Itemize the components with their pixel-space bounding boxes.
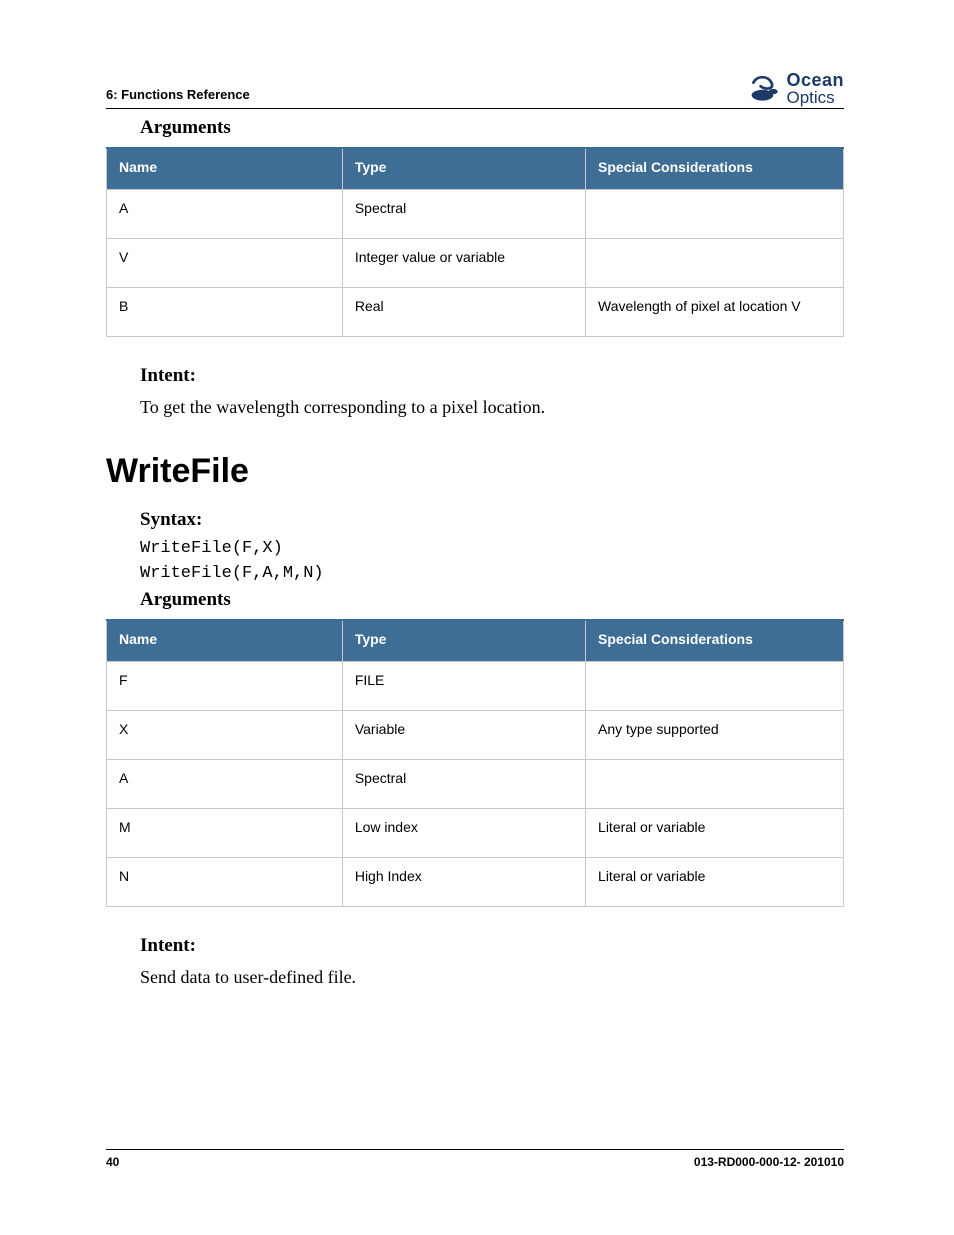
cell-special [586, 760, 844, 809]
ocean-optics-logo: Ocean Optics [748, 70, 844, 106]
logo-text: Ocean Optics [786, 71, 844, 106]
cell-type: Low index [342, 809, 585, 858]
cell-name: V [107, 239, 343, 288]
header-section-label: 6: Functions Reference [106, 87, 250, 106]
col-special: Special Considerations [586, 148, 844, 190]
cell-type: FILE [342, 662, 585, 711]
table-row: N High Index Literal or variable [107, 858, 844, 907]
cell-name: M [107, 809, 343, 858]
function-title: WriteFile [106, 452, 844, 491]
table-row: A Spectral [107, 190, 844, 239]
table-header-row: Name Type Special Considerations [107, 620, 844, 662]
table-row: A Spectral [107, 760, 844, 809]
table-row: B Real Wavelength of pixel at location V [107, 288, 844, 337]
intent-text: Send data to user-defined file. [140, 967, 844, 988]
cell-special: Any type supported [586, 711, 844, 760]
table-row: X Variable Any type supported [107, 711, 844, 760]
arguments-table-2: Name Type Special Considerations F FILE … [106, 619, 844, 907]
cell-special: Wavelength of pixel at location V [586, 288, 844, 337]
table-row: M Low index Literal or variable [107, 809, 844, 858]
arguments-table-1: Name Type Special Considerations A Spect… [106, 147, 844, 337]
col-type: Type [342, 148, 585, 190]
syntax-line: WriteFile(F,A,M,N) [140, 564, 844, 583]
col-type: Type [342, 620, 585, 662]
cell-type: Spectral [342, 760, 585, 809]
cell-special: Literal or variable [586, 858, 844, 907]
table-header-row: Name Type Special Considerations [107, 148, 844, 190]
doc-id: 013-RD000-000-12- 201010 [694, 1155, 844, 1169]
cell-name: A [107, 190, 343, 239]
intent-text: To get the wavelength corresponding to a… [140, 397, 844, 418]
cell-type: Real [342, 288, 585, 337]
col-special: Special Considerations [586, 620, 844, 662]
arguments-heading: Arguments [140, 589, 844, 611]
cell-type: Integer value or variable [342, 239, 585, 288]
intent-heading: Intent: [140, 365, 844, 387]
cell-name: A [107, 760, 343, 809]
syntax-heading: Syntax: [140, 509, 844, 531]
col-name: Name [107, 148, 343, 190]
logo-text-top: Ocean [786, 71, 844, 89]
table-row: V Integer value or variable [107, 239, 844, 288]
cell-type: Variable [342, 711, 585, 760]
page-footer: 40 013-RD000-000-12- 201010 [106, 1149, 844, 1169]
wave-logo-icon [748, 70, 784, 106]
syntax-line: WriteFile(F,X) [140, 539, 844, 558]
page: 6: Functions Reference Ocean Optics Argu… [0, 0, 954, 1235]
cell-name: N [107, 858, 343, 907]
cell-name: B [107, 288, 343, 337]
cell-name: X [107, 711, 343, 760]
cell-special: Literal or variable [586, 809, 844, 858]
intent-heading: Intent: [140, 935, 844, 957]
page-number: 40 [106, 1155, 119, 1169]
arguments-heading: Arguments [140, 117, 844, 139]
cell-type: Spectral [342, 190, 585, 239]
col-name: Name [107, 620, 343, 662]
cell-special [586, 239, 844, 288]
cell-type: High Index [342, 858, 585, 907]
cell-special [586, 190, 844, 239]
cell-name: F [107, 662, 343, 711]
cell-special [586, 662, 844, 711]
table-row: F FILE [107, 662, 844, 711]
page-header: 6: Functions Reference Ocean Optics [106, 70, 844, 109]
logo-text-bottom: Optics [786, 89, 844, 106]
